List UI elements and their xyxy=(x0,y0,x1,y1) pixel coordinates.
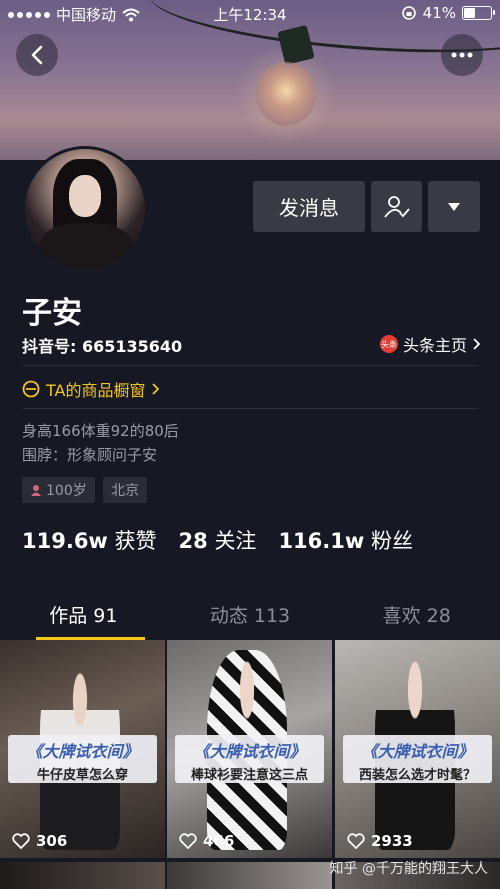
following-stat[interactable]: 28 关注 xyxy=(179,525,257,555)
chevron-left-icon xyxy=(31,45,43,65)
douyin-id: 抖音号: 665135640 xyxy=(22,337,183,356)
tab-works[interactable]: 作品 91 xyxy=(0,596,167,640)
toutiao-icon: 头条 xyxy=(379,335,398,353)
tab-likes[interactable]: 喜欢 28 xyxy=(333,596,500,640)
female-icon xyxy=(31,485,41,496)
like-count: 466 xyxy=(203,832,235,850)
video-subtitle: 西装怎么选才时髦？ xyxy=(358,768,476,783)
more-button[interactable] xyxy=(441,34,483,76)
avatar[interactable] xyxy=(22,146,148,272)
back-button[interactable] xyxy=(16,34,58,76)
profile-name: 子安 xyxy=(22,296,82,331)
video-subtitle: 牛仔皮草怎么穿 xyxy=(36,768,128,783)
status-bar: 中国移动 上午12:34 41% xyxy=(0,0,500,28)
bio-line: 身高166体重92的80后 xyxy=(22,422,179,440)
heart-icon xyxy=(347,833,365,849)
shop-icon xyxy=(22,380,40,398)
video-thumbnail[interactable] xyxy=(0,862,165,889)
video-subtitle: 棒球衫要注意这三点 xyxy=(190,768,308,783)
video-title: 《大牌试衣间》 xyxy=(193,742,306,761)
battery-icon xyxy=(462,6,495,20)
heart-icon xyxy=(179,833,197,849)
location-tag: 北京 xyxy=(103,477,147,503)
video-thumbnail[interactable]: 《大牌试衣间》 牛仔皮草怎么穿 306 xyxy=(0,640,165,858)
likes-stat[interactable]: 119.6w 获赞 xyxy=(22,525,157,555)
heart-icon xyxy=(12,833,30,849)
video-title: 《大牌试衣间》 xyxy=(26,742,139,761)
video-thumbnail[interactable]: 《大牌试衣间》 西装怎么选才时髦？ 2933 xyxy=(335,640,500,858)
triangle-down-icon xyxy=(448,202,460,211)
more-actions-dropdown[interactable] xyxy=(428,181,480,232)
shop-window-link[interactable]: TA的商品橱窗 xyxy=(22,377,160,401)
profile-stats: 119.6w 获赞 28 关注 116.1w 粉丝 xyxy=(22,525,413,555)
video-thumbnail[interactable]: 《大牌试衣间》 棒球衫要注意这三点 466 xyxy=(167,640,332,858)
like-count: 2933 xyxy=(371,832,413,850)
divider xyxy=(22,365,478,366)
send-message-button[interactable]: 发消息 xyxy=(253,181,365,232)
like-count: 306 xyxy=(36,832,68,850)
toutiao-homepage-link[interactable]: 头条 头条主页 xyxy=(379,332,480,356)
video-title: 《大牌试衣间》 xyxy=(361,742,474,761)
age-tag: 100岁 xyxy=(22,477,95,503)
user-check-icon xyxy=(383,195,410,218)
battery-percent: 41% xyxy=(422,4,456,22)
age-label: 100岁 xyxy=(46,483,87,499)
video-grid: 《大牌试衣间》 牛仔皮草怎么穿 306 《大牌试衣间》 棒球衫要注意这三点 46… xyxy=(0,640,500,889)
toutiao-label: 头条主页 xyxy=(402,336,467,355)
shop-window-label: TA的商品橱窗 xyxy=(46,381,146,400)
divider xyxy=(22,408,478,409)
bio-line: 围脖：形象顾问子安 xyxy=(22,446,158,464)
video-thumbnail[interactable] xyxy=(167,862,332,889)
rotation-lock-icon xyxy=(401,6,416,20)
more-horizontal-icon xyxy=(451,52,473,58)
tab-moments[interactable]: 动态 113 xyxy=(167,596,334,640)
content-tabs: 作品 91 动态 113 喜欢 28 xyxy=(0,596,500,640)
chevron-right-icon xyxy=(152,383,160,395)
follow-button[interactable] xyxy=(371,181,422,232)
followers-stat[interactable]: 116.1w 粉丝 xyxy=(278,525,413,555)
chevron-right-icon xyxy=(473,338,480,350)
watermark: 知乎 @千万能的翔王大人 xyxy=(329,861,488,877)
